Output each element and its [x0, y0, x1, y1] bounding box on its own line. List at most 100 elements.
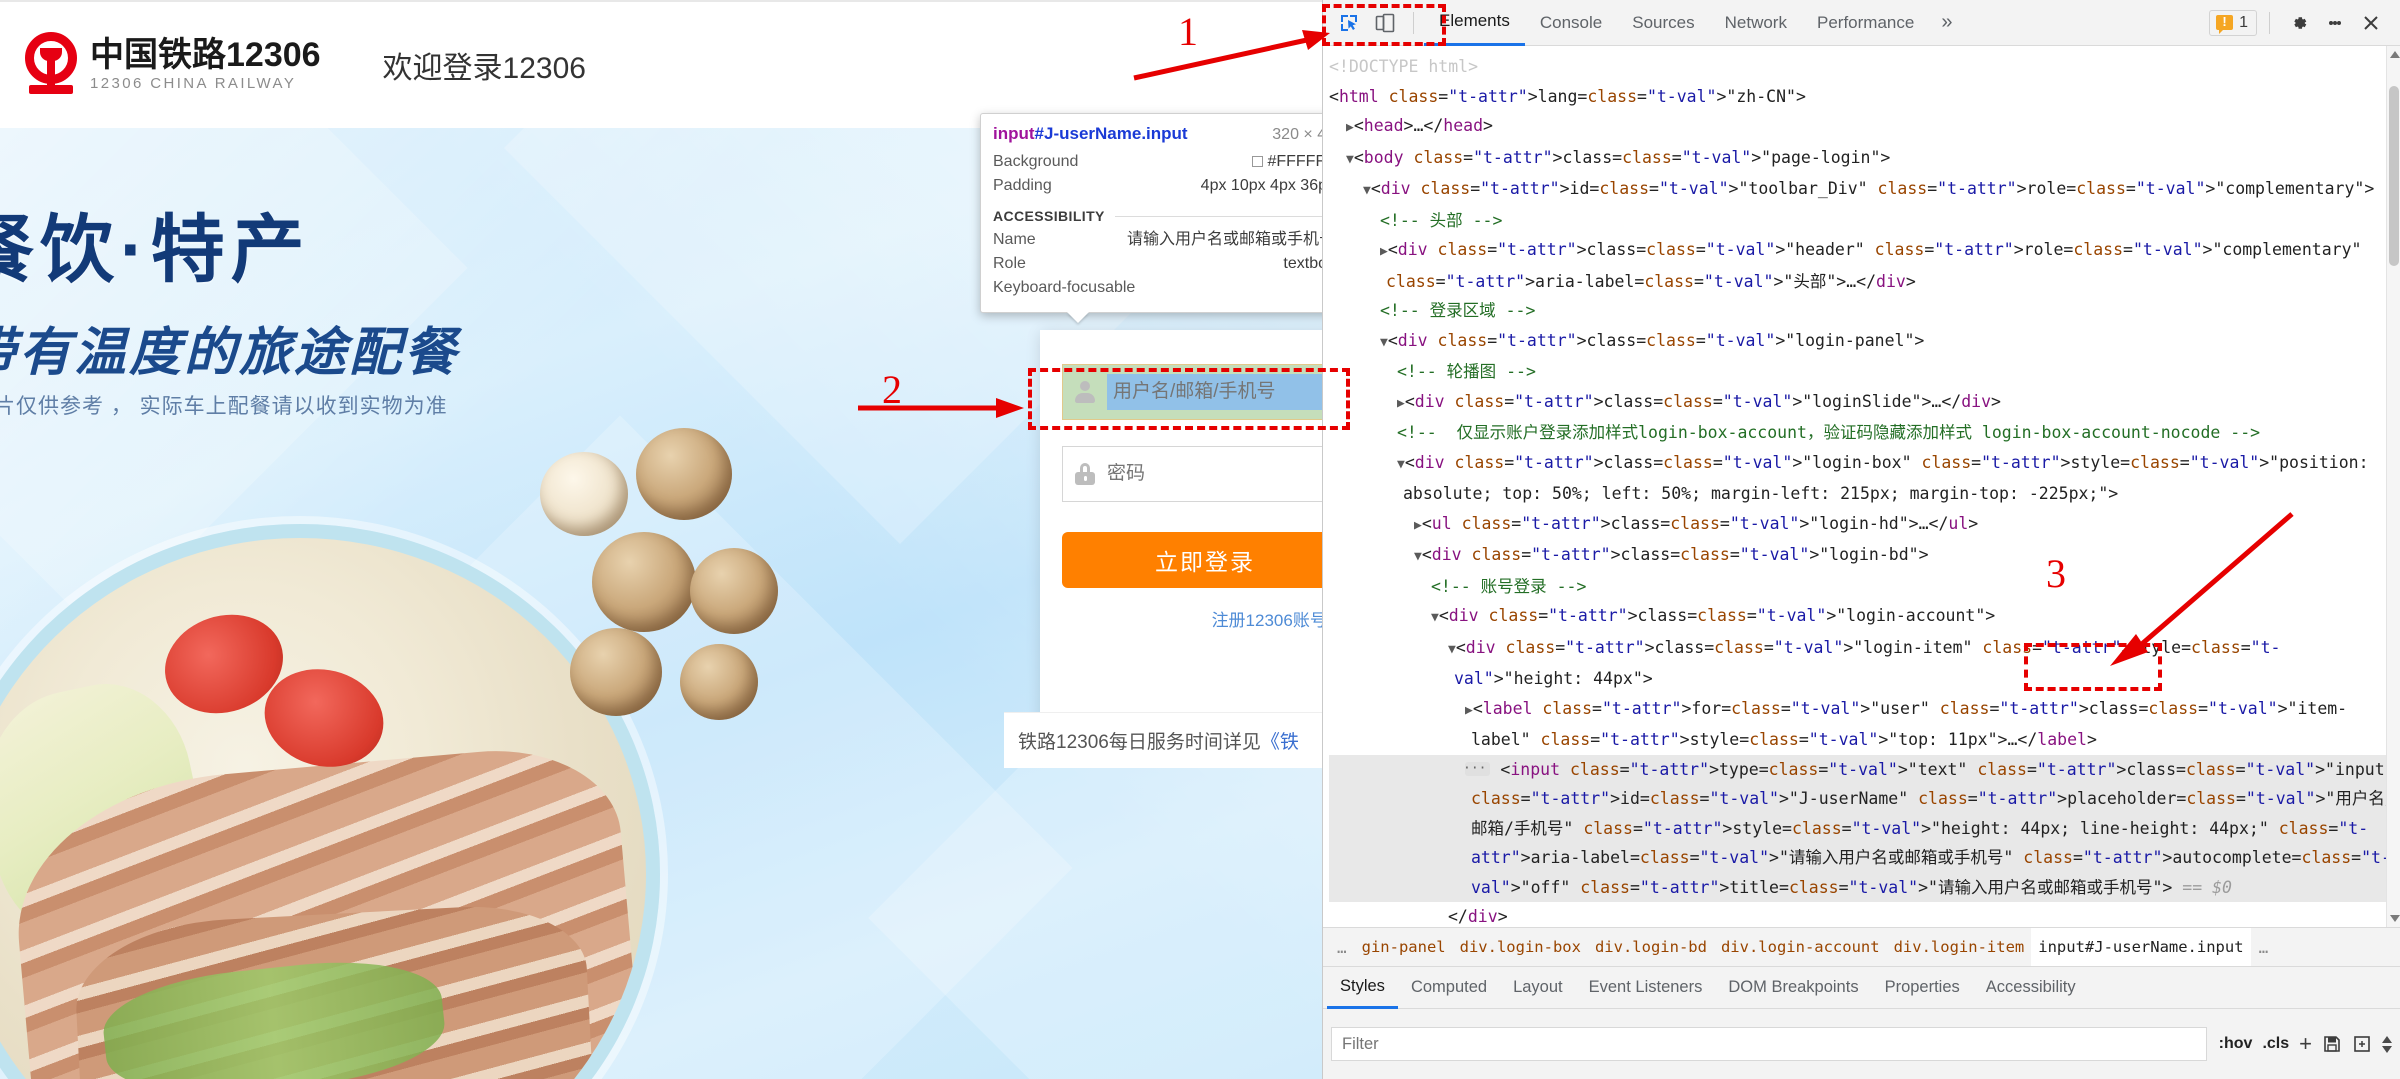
dom-node-line[interactable]: ▶<div class="t-attr">class=class="t-val"…: [1329, 235, 2400, 296]
gear-icon[interactable]: [2282, 6, 2316, 40]
node-ellipsis-badge[interactable]: ···: [1463, 761, 1491, 776]
tooltip-title-row: input#J-userName.input 320 × 44: [993, 124, 1322, 144]
styles-filter-tools: :hov .cls +: [2207, 1033, 2392, 1055]
toolbar-divider: [1413, 11, 1414, 34]
dom-node-line[interactable]: ▼<div class="t-attr">class=class="t-val"…: [1329, 540, 2400, 572]
breadcrumb-item-4[interactable]: div.login-item: [1887, 928, 2032, 966]
dom-node-line[interactable]: ▼<div class="t-attr">class=class="t-val"…: [1329, 326, 2400, 358]
new-style-rule-button[interactable]: +: [2299, 1033, 2312, 1055]
toggle-element-state-button[interactable]: :hov: [2219, 1035, 2253, 1053]
subtab-accessibility[interactable]: Accessibility: [1973, 967, 2089, 1009]
login-item-username[interactable]: [1062, 364, 1322, 420]
expand-triangle-icon[interactable]: ▶: [1465, 703, 1473, 718]
dom-tree-scrollbar[interactable]: [2386, 46, 2400, 927]
tab-console[interactable]: Console: [1525, 0, 1617, 46]
breadcrumb-item-3[interactable]: div.login-account: [1714, 928, 1887, 966]
site-logo[interactable]: 中国铁路12306 12306 CHINA RAILWAY: [22, 32, 321, 98]
username-input-content-box: [1107, 374, 1322, 410]
service-time-link[interactable]: 《铁: [1261, 727, 1299, 754]
site-header: 中国铁路12306 12306 CHINA RAILWAY 欢迎登录12306: [0, 2, 1322, 128]
password-input[interactable]: [1107, 463, 1322, 485]
collapse-triangle-icon[interactable]: ▼: [1363, 183, 1371, 198]
annotation-number-3: 3: [2046, 551, 2066, 596]
collapse-triangle-icon[interactable]: ▼: [1380, 335, 1388, 350]
dom-node-line[interactable]: ▼<div class="t-attr">class=class="t-val"…: [1329, 448, 2400, 509]
breadcrumb-item-2[interactable]: div.login-bd: [1588, 928, 1714, 966]
subtab-dom-breakpoints[interactable]: DOM Breakpoints: [1715, 967, 1871, 1009]
devtools-toolbar: Elements Console Sources Network Perform…: [1323, 0, 2400, 46]
subtab-styles[interactable]: Styles: [1327, 967, 1398, 1009]
dom-tree[interactable]: <!DOCTYPE html> <html class="t-attr">lang…: [1323, 46, 2400, 927]
pane-resize-stepper[interactable]: [2382, 1035, 2392, 1053]
subtab-layout[interactable]: Layout: [1500, 967, 1576, 1009]
dom-node-line[interactable]: ▼<div class="t-attr">class=class="t-val"…: [1329, 633, 2400, 694]
color-swatch: [1252, 156, 1264, 167]
login-submit-button[interactable]: 立即登录: [1062, 532, 1322, 588]
kebab-menu-icon[interactable]: [2318, 6, 2352, 40]
breadcrumb[interactable]: … gin-panel div.login-box div.login-bd d…: [1323, 927, 2400, 967]
subtab-properties[interactable]: Properties: [1872, 967, 1973, 1009]
collapse-triangle-icon[interactable]: ▼: [1448, 642, 1456, 657]
scroll-up-icon[interactable]: [2390, 51, 2400, 58]
tab-performance[interactable]: Performance: [1802, 0, 1929, 46]
dom-node-line[interactable]: <!DOCTYPE html>: [1329, 52, 2400, 82]
dom-node-line[interactable]: ▼<body class="t-attr">class=class="t-val…: [1329, 143, 2400, 175]
dom-node-line[interactable]: <!-- 仅显示账户登录添加样式login-box-account，验证码隐藏添…: [1329, 418, 2400, 448]
collapse-triangle-icon[interactable]: ▼: [1346, 152, 1354, 167]
dom-node-line[interactable]: ▼<div class="t-attr">class=class="t-val"…: [1329, 601, 2400, 633]
annotation-number-2: 2: [882, 367, 902, 412]
filter-input[interactable]: [1331, 1027, 2207, 1061]
new-style-rule-icon[interactable]: [2352, 1034, 2372, 1054]
breadcrumb-item-1[interactable]: div.login-box: [1453, 928, 1588, 966]
dom-node-line[interactable]: ▶<ul class="t-attr">class=class="t-val">…: [1329, 509, 2400, 541]
subtab-event-listeners[interactable]: Event Listeners: [1576, 967, 1716, 1009]
breadcrumb-item-5[interactable]: input#J-userName.input: [2031, 928, 2251, 966]
expand-triangle-icon[interactable]: ▶: [1397, 396, 1405, 411]
save-icon[interactable]: [2322, 1034, 2342, 1054]
dom-node-line[interactable]: </div>: [1329, 902, 2400, 927]
service-time-text: 铁路12306每日服务时间详见: [1018, 732, 1261, 753]
screenshot-root: 中国铁路12306 12306 CHINA RAILWAY 欢迎登录12306 …: [0, 0, 2400, 1079]
collapse-triangle-icon[interactable]: ▼: [1431, 610, 1439, 625]
subtab-computed[interactable]: Computed: [1398, 967, 1500, 1009]
device-toolbar-icon[interactable]: [1367, 5, 1403, 41]
tab-sources[interactable]: Sources: [1617, 0, 1709, 46]
expand-triangle-icon[interactable]: ▶: [1414, 518, 1422, 533]
scrollbar-thumb[interactable]: [2389, 86, 2399, 266]
inspect-element-icon[interactable]: [1331, 5, 1367, 41]
dom-node-line[interactable]: ▶<label class="t-attr">for=class="t-val"…: [1329, 694, 2400, 755]
collapse-triangle-icon[interactable]: ▼: [1397, 457, 1405, 472]
more-tabs-chevron-icon[interactable]: »: [1929, 11, 1964, 34]
tab-network[interactable]: Network: [1710, 0, 1802, 46]
login-links-row: 注册12306账号 |: [1062, 606, 1322, 631]
web-page-viewport: 中国铁路12306 12306 CHINA RAILWAY 欢迎登录12306 …: [0, 0, 1322, 1079]
scroll-down-icon[interactable]: [2390, 915, 2400, 922]
tooltip-key-padding: Padding: [993, 177, 1052, 194]
login-item-password[interactable]: [1062, 446, 1322, 502]
register-link[interactable]: 注册12306账号: [1212, 611, 1322, 630]
tab-elements[interactable]: Elements: [1424, 0, 1525, 46]
dom-node-line[interactable]: ▼<div class="t-attr">id=class="t-val">"t…: [1329, 174, 2400, 206]
dom-node-line[interactable]: <!-- 轮播图 -->: [1329, 357, 2400, 387]
expand-triangle-icon[interactable]: ▶: [1346, 120, 1354, 135]
breadcrumb-trailing-ellipsis[interactable]: …: [2251, 938, 2277, 957]
breadcrumb-leading-ellipsis[interactable]: …: [1329, 938, 1355, 957]
breadcrumb-item-0[interactable]: gin-panel: [1355, 928, 1453, 966]
tooltip-arrow: [1067, 312, 1089, 323]
close-icon[interactable]: [2354, 6, 2388, 40]
dom-node-line[interactable]: <!-- 头部 -->: [1329, 206, 2400, 236]
element-classes-button[interactable]: .cls: [2262, 1035, 2289, 1053]
expand-triangle-icon[interactable]: ▶: [1380, 244, 1388, 259]
username-input[interactable]: [1113, 381, 1322, 403]
dom-node-line[interactable]: ··· <input class="t-attr">type=class="t-…: [1329, 754, 2400, 902]
tooltip-value-padding: 4px 10px 4px 36px: [1200, 177, 1322, 194]
dom-node-line[interactable]: ▶<div class="t-attr">class=class="t-val"…: [1329, 387, 2400, 419]
dom-node-line[interactable]: ▶<head>…</head>: [1329, 111, 2400, 143]
warning-count-badge[interactable]: 1: [2209, 9, 2257, 36]
dom-node-line[interactable]: <!-- 登录区域 -->: [1329, 296, 2400, 326]
logo-title-cn: 中国铁路12306: [90, 36, 321, 74]
dom-node-line[interactable]: <html class="t-attr">lang=class="t-val">…: [1329, 82, 2400, 112]
dom-node-line[interactable]: <!-- 账号登录 -->: [1329, 572, 2400, 602]
collapse-triangle-icon[interactable]: ▼: [1414, 549, 1422, 564]
tooltip-value-role: textbox: [1283, 255, 1322, 272]
